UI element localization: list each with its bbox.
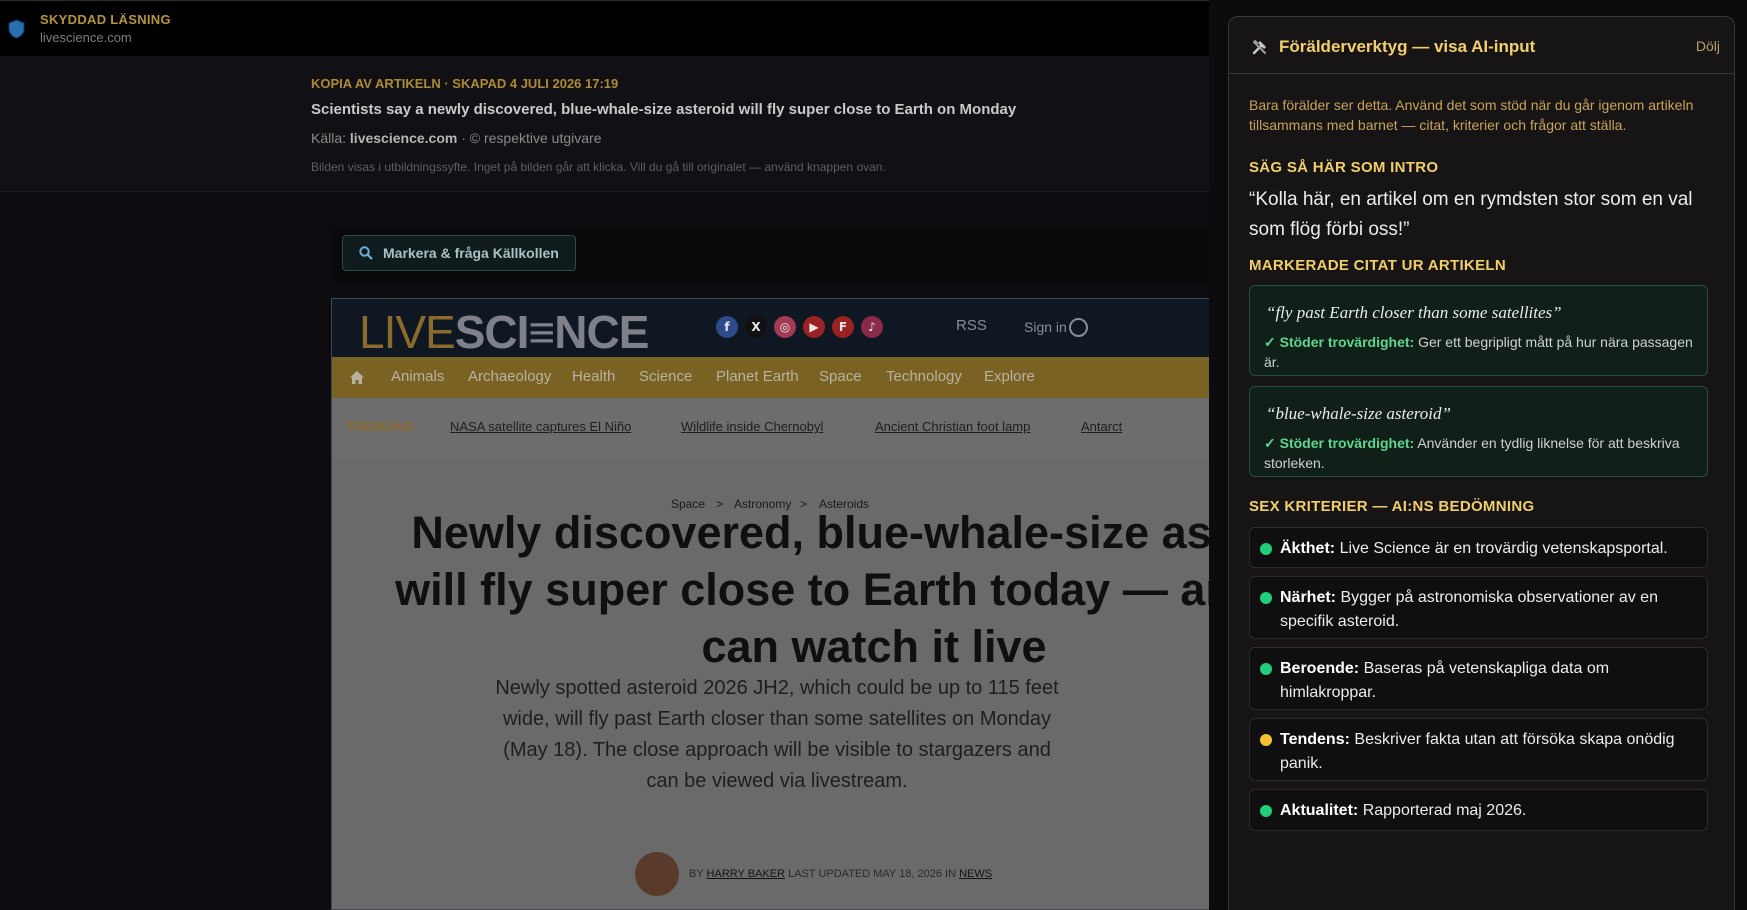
tiktok-icon: ♪ xyxy=(861,316,883,338)
flipboard-icon: F xyxy=(832,316,854,338)
nav-item: Archaeology xyxy=(468,368,552,385)
copy-source: Källa: livescience.com · © respektive ut… xyxy=(311,130,601,146)
article-screenshot: LIVESCI≡NCE f X ◎ ▶ F ♪ RSS Sign in Anim… xyxy=(331,298,1211,910)
copy-meta: KOPIA AV ARTIKELN · SKAPAD 4 JULI 2026 1… xyxy=(311,76,619,91)
author-link: HARRY BAKER xyxy=(706,868,786,880)
criterion-card: Närhet: Bygger på astronomiska observati… xyxy=(1249,576,1708,639)
home-icon xyxy=(350,371,364,384)
trending-link: Ancient Christian foot lamp xyxy=(875,419,1031,434)
byline: BY HARRY BAKER LAST UPDATED MAY 18, 2026… xyxy=(689,868,993,880)
criterion-card: Äkthet: Live Science är en trovärdig vet… xyxy=(1249,527,1708,568)
copy-note: Bilden visas i utbildningssyfte. Inget p… xyxy=(311,160,886,174)
quotes-section-heading: MARKERADE CITAT UR ARTIKELN xyxy=(1249,257,1506,274)
criterion-text: Äkthet: Live Science är en trovärdig vet… xyxy=(1280,540,1668,557)
quote-card: “blue-whale-size asteroid” ✓ Stöder trov… xyxy=(1249,386,1708,477)
criterion-card: Tendens: Beskriver fakta utan att försök… xyxy=(1249,718,1708,781)
tools-icon xyxy=(1252,40,1266,55)
article-content: Space > Astronomy > Asteroids Newly disc… xyxy=(332,458,1211,909)
article-deck: Newly spotted asteroid 2026 JH2, which c… xyxy=(495,677,1059,792)
nav-item: Explore xyxy=(984,368,1035,385)
signin-link: Sign in xyxy=(1024,319,1067,335)
site-header: LIVESCI≡NCE f X ◎ ▶ F ♪ RSS Sign in xyxy=(332,299,1210,358)
panel-intro: Bara förälder ser detta. Använd det som … xyxy=(1249,97,1694,133)
avatar xyxy=(635,852,679,896)
rss-link: RSS xyxy=(956,317,987,334)
copy-info-section: KOPIA AV ARTIKELN · SKAPAD 4 JULI 2026 1… xyxy=(0,56,1210,192)
copy-source-suffix: · © respektive utgivare xyxy=(461,130,602,146)
copy-source-domain: livescience.com xyxy=(349,130,458,146)
status-dot xyxy=(1260,663,1272,675)
secure-reading-title: SKYDDAD LÄSNING xyxy=(40,12,171,27)
ask-source-check-button[interactable]: Markera & fråga Källkollen xyxy=(342,235,576,271)
hide-panel-button[interactable]: Dölj xyxy=(1696,38,1720,54)
site-logo: LIVESCI≡NCE xyxy=(359,306,649,358)
trending-link: Wildlife inside Chernobyl xyxy=(681,419,824,434)
nav-item: Space xyxy=(819,368,862,385)
status-dot xyxy=(1260,805,1272,817)
copy-headline: Scientists say a newly discovered, blue-… xyxy=(311,101,1017,118)
status-dot xyxy=(1260,543,1272,555)
quote-card: “fly past Earth closer than some satelli… xyxy=(1249,285,1708,376)
intro-quote: “Kolla här, en artikel om en rymdsten st… xyxy=(1249,189,1693,240)
quote-note: ✓ Stöder trovärdighet: Ger ett begriplig… xyxy=(1264,334,1693,370)
nav-item: Health xyxy=(572,368,616,385)
copy-source-prefix: Källa: xyxy=(311,130,347,146)
secure-reading-bar: SKYDDAD LÄSNING livescience.com xyxy=(0,0,1210,56)
criterion-text: Beroende: Baseras på vetenskapliga data … xyxy=(1280,660,1610,701)
nav-item: Animals xyxy=(391,368,445,385)
quote-text: “fly past Earth closer than some satelli… xyxy=(1266,303,1562,322)
panel-title: Förälderverktyg — visa AI-input xyxy=(1279,37,1536,56)
quote-note: ✓ Stöder trovärdighet: Använder en tydli… xyxy=(1264,435,1680,471)
user-icon xyxy=(1069,318,1088,337)
site-nav: Animals Archaeology Health Science Plane… xyxy=(332,357,1210,398)
trending-bar: TRENDING NASA satellite captures El Niño… xyxy=(332,398,1210,458)
trending-link: Antarct xyxy=(1081,419,1123,434)
trending-link: NASA satellite captures El Niño xyxy=(450,419,632,434)
x-icon: X xyxy=(745,316,767,338)
trending-label: TRENDING xyxy=(346,419,414,434)
instagram-icon: ◎ xyxy=(774,316,796,338)
secure-reading-domain: livescience.com xyxy=(40,30,132,45)
status-dot xyxy=(1260,592,1272,604)
criterion-text: Tendens: Beskriver fakta utan att försök… xyxy=(1280,731,1675,772)
criterion-text: Närhet: Bygger på astronomiska observati… xyxy=(1280,589,1658,630)
criterion-card: Beroende: Baseras på vetenskapliga data … xyxy=(1249,647,1708,710)
section-link: NEWS xyxy=(959,868,993,880)
shield-icon xyxy=(8,19,25,39)
status-dot xyxy=(1260,734,1272,746)
nav-item: Planet Earth xyxy=(716,368,799,385)
criterion-text: Aktualitet: Rapporterad maj 2026. xyxy=(1280,802,1527,819)
criteria-section-heading: SEX KRITERIER — AI:NS BEDÖMNING xyxy=(1249,498,1535,515)
intro-section-heading: SÄG SÅ HÄR SOM INTRO xyxy=(1249,159,1439,176)
parent-tools-panel: Förälderverktyg — visa AI-input Dölj Bar… xyxy=(1228,16,1735,910)
magnifier-icon xyxy=(359,246,373,260)
quote-text: “blue-whale-size asteroid” xyxy=(1266,404,1451,423)
nav-item: Science xyxy=(639,368,693,385)
article-headline: Newly discovered, blue-whale-size astero… xyxy=(395,507,1211,672)
facebook-icon: f xyxy=(716,316,738,338)
ask-button-label: Markera & fråga Källkollen xyxy=(383,245,559,261)
youtube-icon: ▶ xyxy=(803,316,825,338)
criterion-card: Aktualitet: Rapporterad maj 2026. xyxy=(1249,789,1708,831)
nav-item: Technology xyxy=(886,368,962,385)
panel-header: Förälderverktyg — visa AI-input Dölj xyxy=(1229,17,1734,74)
